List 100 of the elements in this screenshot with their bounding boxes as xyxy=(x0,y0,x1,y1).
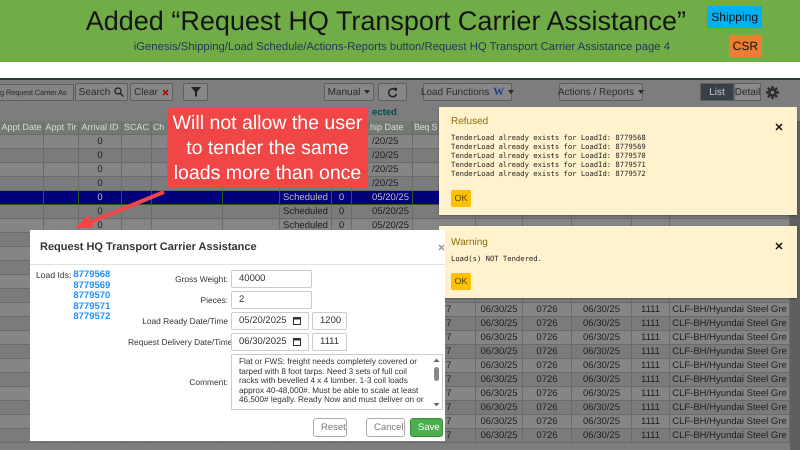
cancel-button[interactable]: Cancel xyxy=(366,418,405,437)
table-cell: 1111 xyxy=(632,401,670,415)
table-cell: CLF-BH/Hyundai Steel Gre xyxy=(670,331,790,345)
table-cell: 1111 xyxy=(632,373,670,387)
load-id-link[interactable]: 8779572 xyxy=(73,312,110,322)
tag-label: CSR xyxy=(728,35,762,57)
table-cell: CLF-BH/Hyundai Steel Gre xyxy=(670,345,790,359)
load-id-link[interactable]: 8779571 xyxy=(73,302,110,312)
table-cell: CLF-BH/Hyundai Steel Gre xyxy=(670,415,790,429)
table-cell xyxy=(0,163,44,177)
table-cell xyxy=(0,149,44,163)
column-header: Appt Tir xyxy=(44,121,79,135)
table-cell: 1111 xyxy=(632,345,670,359)
load-id-link[interactable]: 8779568 xyxy=(73,270,110,280)
table-cell xyxy=(122,177,152,191)
table-cell: CLF-BH/Hyundai Steel Gre xyxy=(670,303,790,317)
table-cell: 0 xyxy=(79,191,122,205)
load-functions-button[interactable]: Load Functions W xyxy=(423,83,512,101)
table-cell: 1111 xyxy=(632,317,670,331)
table-cell: 06/30/25 xyxy=(572,373,632,387)
close-icon[interactable] xyxy=(775,123,783,131)
table-cell xyxy=(44,149,79,163)
actions-reports-button[interactable]: Actions / Reports xyxy=(559,83,643,101)
table-cell: 06/30/25 xyxy=(476,359,523,373)
refresh-button[interactable] xyxy=(378,83,407,101)
reset-button[interactable]: Reset xyxy=(313,418,347,437)
table-cell xyxy=(122,135,152,149)
table-cell: 05/20/25 xyxy=(352,205,413,219)
table-cell xyxy=(0,205,44,219)
field-label: Pieces: xyxy=(200,294,228,306)
search-button[interactable]: Search xyxy=(75,83,128,101)
table-cell: 1111 xyxy=(632,331,670,345)
caret-icon xyxy=(508,90,514,94)
settings-icon[interactable] xyxy=(766,86,779,98)
ok-button[interactable]: OK xyxy=(451,273,471,290)
tag-label: Shipping xyxy=(707,6,762,28)
date-field[interactable]: 05/20/2025 xyxy=(231,312,309,330)
table-cell: 06/30/25 xyxy=(476,401,523,415)
clear-button[interactable]: Clear xyxy=(130,83,173,101)
table-cell xyxy=(0,177,44,191)
selected-label: ected xyxy=(372,106,397,120)
ok-button[interactable]: OK xyxy=(451,190,471,207)
filter-icon xyxy=(190,87,200,97)
table-cell xyxy=(0,191,44,205)
table-cell: 06/30/25 xyxy=(476,317,523,331)
table-cell: 1111 xyxy=(632,303,670,317)
table-cell: 06/30/25 xyxy=(476,331,523,345)
load-ids-label: Load Ids: xyxy=(36,270,72,282)
load-id-link[interactable]: 8779569 xyxy=(73,280,110,291)
table-cell: 0726 xyxy=(523,373,572,387)
table-cell xyxy=(44,163,79,177)
table-cell: CLF-BH/Hyundai Steel Gre xyxy=(670,387,790,401)
table-cell xyxy=(122,163,152,177)
table-cell xyxy=(152,205,223,219)
view-tab[interactable]: List xyxy=(700,83,734,101)
field-label: Comment: xyxy=(188,376,228,388)
caret-icon xyxy=(364,90,370,94)
table-cell: 1111 xyxy=(632,429,670,443)
table-cell: 06/30/25 xyxy=(476,415,523,429)
table-cell: CLF-BH/Hyundai Steel Gre xyxy=(670,401,790,415)
comment-field[interactable]: Flat or FWS: freight needs completely covered or tarped with 8 foot tarps. Need 3 sets of full coil racks with bevelled 4 x 4 lumber. 1-3 coil loads approx 40-48,000#. Must be able to scale at least 46,500# legally. Ready Now and must deliver on or xyxy=(231,354,443,410)
table-cell: 06/30/25 xyxy=(572,401,632,415)
view-tab[interactable]: Detail xyxy=(734,83,761,101)
table-cell: 0726 xyxy=(523,401,572,415)
input-field[interactable]: 2 xyxy=(231,291,312,309)
table-cell xyxy=(223,191,280,205)
time-field[interactable]: 1111 xyxy=(312,333,347,351)
table-cell: 06/30/25 xyxy=(476,345,523,359)
column-header: Appt Date xyxy=(0,121,44,135)
table-cell: 06/30/25 xyxy=(572,345,632,359)
table-cell xyxy=(44,191,79,205)
calendar-icon xyxy=(293,338,301,346)
table-cell: 0 xyxy=(79,149,122,163)
input-field[interactable]: 40000 xyxy=(231,270,312,288)
filter-button[interactable] xyxy=(183,83,208,101)
table-cell: 06/30/25 xyxy=(572,331,632,345)
slide-title: Added “Request HQ Transport Carrier Assistance” xyxy=(86,5,687,37)
alert-title: Warning xyxy=(451,236,488,249)
manual-dropdown[interactable]: Manual xyxy=(324,83,374,101)
scrollbar[interactable] xyxy=(433,358,440,408)
table-cell: 0726 xyxy=(523,359,572,373)
table-cell: 06/30/25 xyxy=(572,303,632,317)
date-field[interactable]: 06/30/2025 xyxy=(231,333,309,351)
table-cell: 06/30/25 xyxy=(572,387,632,401)
table-cell: 1111 xyxy=(632,359,670,373)
calendar-icon xyxy=(293,317,301,325)
table-cell: Scheduled xyxy=(280,191,332,205)
time-field[interactable]: 1200 xyxy=(312,312,347,330)
close-icon[interactable] xyxy=(775,242,783,250)
table-cell: 0 xyxy=(79,163,122,177)
table-cell: CLF-BH/Hyundai Steel Gre xyxy=(670,359,790,373)
save-button[interactable]: Save xyxy=(410,418,443,437)
load-id-link[interactable]: 8779570 xyxy=(73,291,110,302)
table-cell xyxy=(44,135,79,149)
table-cell: 0 xyxy=(332,191,352,205)
search-icon xyxy=(114,87,124,97)
slide-subtitle: iGenesis/Shipping/Load Schedule/Actions-Reports button/Request HQ Transport Carrier Assistance page 4 xyxy=(134,40,671,54)
table-cell: 0726 xyxy=(523,429,572,443)
clear-icon xyxy=(162,88,169,96)
field-label: Load Ready Date/Time xyxy=(141,316,228,326)
